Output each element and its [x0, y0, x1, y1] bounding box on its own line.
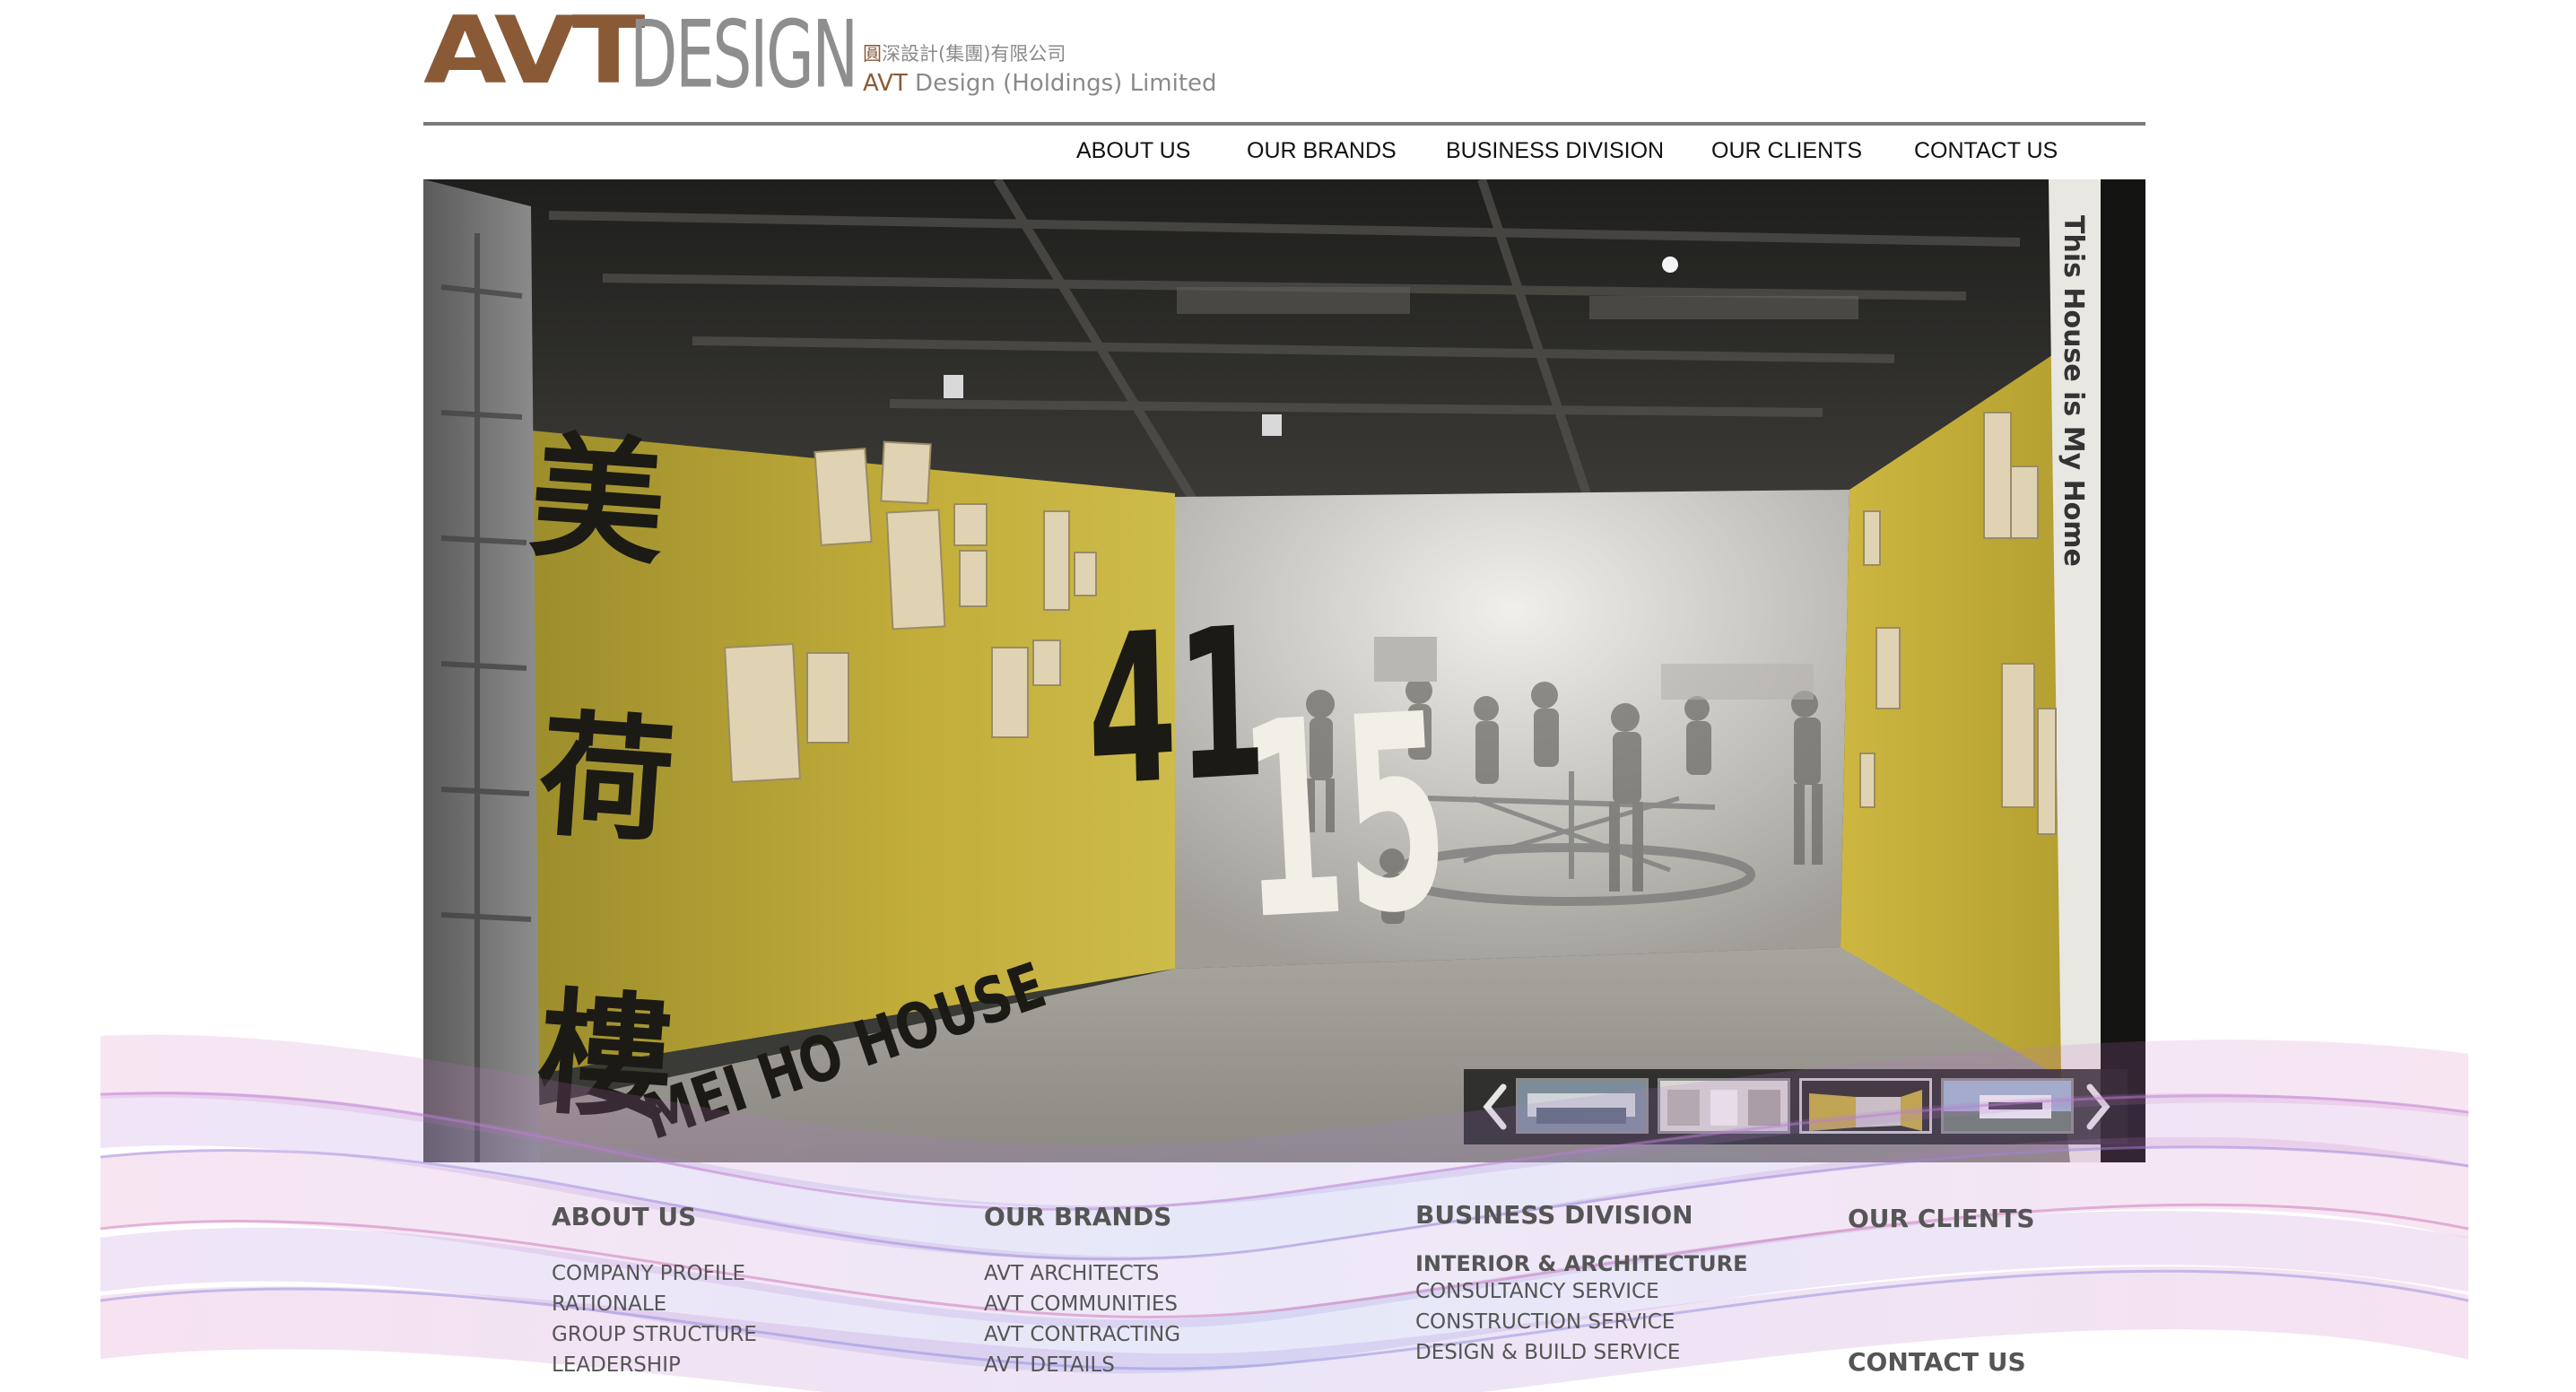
footer-column-clients: OUR CLIENTS	[1848, 1204, 2034, 1233]
footer-heading-business-division[interactable]: BUSINESS DIVISION	[1415, 1200, 1748, 1230]
footer-heading-contact-us[interactable]: CONTACT US	[1848, 1347, 2026, 1377]
footer-link-avt-communities[interactable]: AVT COMMUNITIES	[984, 1289, 1180, 1319]
logo-english-brand: AVT	[863, 70, 908, 97]
footer-column-about: ABOUT US COMPANY PROFILE RATIONALE GROUP…	[552, 1202, 757, 1380]
footer-column-business: BUSINESS DIVISION INTERIOR & ARCHITECTUR…	[1415, 1200, 1748, 1368]
footer-link-avt-details[interactable]: AVT DETAILS	[984, 1350, 1180, 1380]
nav-item-about-us[interactable]: ABOUT US	[1076, 138, 1190, 164]
footer-link-group-structure[interactable]: GROUP STRUCTURE	[552, 1319, 757, 1350]
footer-link-construction-service[interactable]: CONSTRUCTION SERVICE	[1415, 1307, 1748, 1337]
logo-chinese-name: 圓深設計(集團)有限公司	[863, 39, 1066, 66]
wall-chinese-char-2: 荷	[534, 697, 679, 862]
footer-subheading-interior-architecture[interactable]: INTERIOR & ARCHITECTURE	[1415, 1251, 1748, 1276]
company-logo[interactable]: AVT DESIGN 圓深設計(集團)有限公司 AVT Design (Hold…	[423, 5, 1231, 106]
nav-item-our-clients[interactable]: OUR CLIENTS	[1711, 138, 1862, 164]
logo-english-rest: Design (Holdings) Limited	[907, 70, 1217, 97]
main-navigation: ABOUT US OUR BRANDS BUSINESS DIVISION OU…	[423, 126, 2145, 178]
site-footer: ABOUT US COMPANY PROFILE RATIONALE GROUP…	[0, 1162, 2576, 1392]
wall-number-left: 41	[1085, 583, 1268, 833]
wall-chinese-char-1: 美	[525, 419, 670, 584]
nav-item-contact-us[interactable]: CONTACT US	[1914, 138, 2058, 164]
footer-link-avt-contracting[interactable]: AVT CONTRACTING	[984, 1319, 1180, 1350]
footer-column-contact: CONTACT US	[1848, 1347, 2026, 1377]
pillar-vertical-text: This House is My Home	[2058, 215, 2089, 567]
logo-chinese-rest: 深設計(集團)有限公司	[882, 43, 1066, 65]
footer-link-design-build-service[interactable]: DESIGN & BUILD SERVICE	[1415, 1337, 1748, 1368]
footer-heading-about-us[interactable]: ABOUT US	[552, 1202, 757, 1231]
site-header: AVT DESIGN 圓深設計(集團)有限公司 AVT Design (Hold…	[423, 0, 2145, 179]
footer-link-avt-architects[interactable]: AVT ARCHITECTS	[984, 1258, 1180, 1289]
footer-link-leadership[interactable]: LEADERSHIP	[552, 1350, 757, 1380]
logo-avt-wordmark: AVT	[423, 0, 645, 105]
nav-item-our-brands[interactable]: OUR BRANDS	[1247, 138, 1397, 164]
logo-chinese-brand-char: 圓	[863, 43, 882, 65]
logo-design-wordmark: DESIGN	[630, 1, 858, 109]
footer-link-consultancy-service[interactable]: CONSULTANCY SERVICE	[1415, 1276, 1748, 1307]
footer-link-company-profile[interactable]: COMPANY PROFILE	[552, 1258, 757, 1289]
footer-link-rationale[interactable]: RATIONALE	[552, 1289, 757, 1319]
nav-item-business-division[interactable]: BUSINESS DIVISION	[1446, 138, 1664, 164]
footer-heading-our-clients[interactable]: OUR CLIENTS	[1848, 1204, 2034, 1233]
logo-english-name: AVT Design (Holdings) Limited	[863, 70, 1217, 97]
footer-column-brands: OUR BRANDS AVT ARCHITECTS AVT COMMUNITIE…	[984, 1202, 1180, 1380]
footer-heading-our-brands[interactable]: OUR BRANDS	[984, 1202, 1180, 1231]
